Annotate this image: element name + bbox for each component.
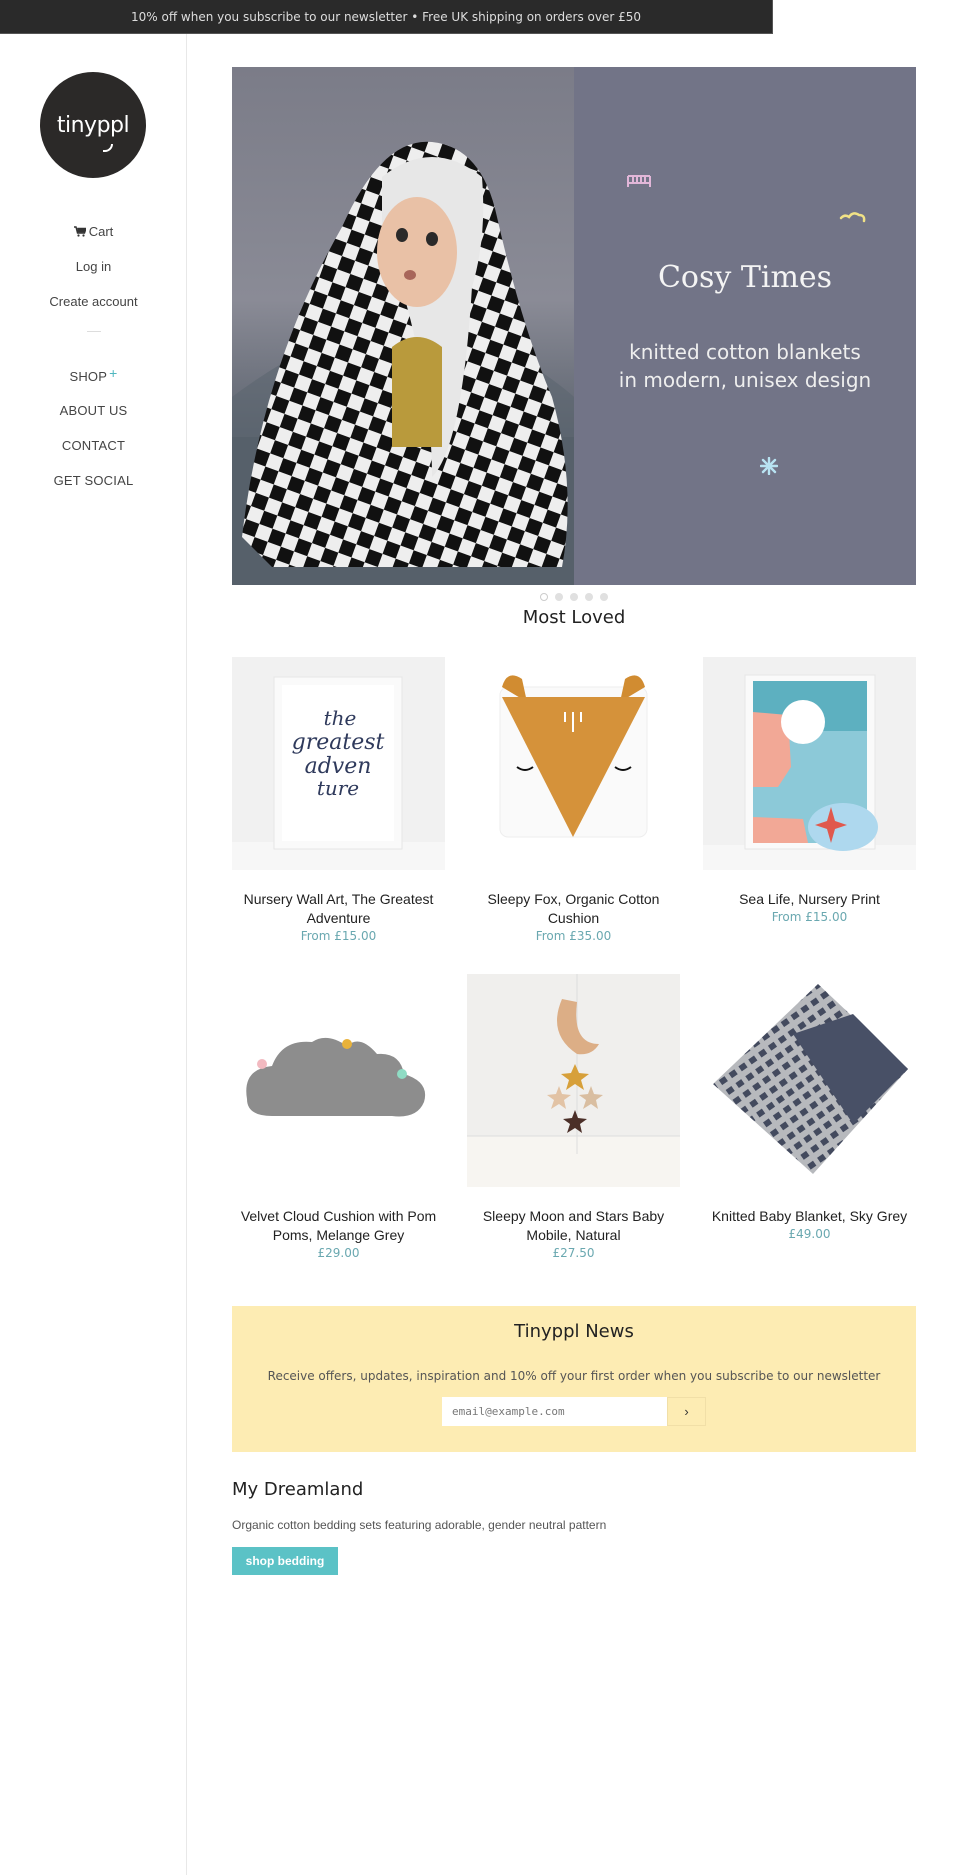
login-link[interactable]: Log in <box>0 257 187 292</box>
product-name: Sea Life, Nursery Print <box>739 891 880 907</box>
slide-dot-1[interactable] <box>540 593 548 601</box>
product-name: Sleepy Moon and Stars Baby Mobile, Natur… <box>482 1208 665 1243</box>
product-card[interactable]: Sleepy Moon and Stars Baby Mobile, Natur… <box>467 974 680 1260</box>
slide-dot-2[interactable] <box>555 593 563 601</box>
logo-text: tinyppl <box>56 112 130 138</box>
create-account-link[interactable]: Create account <box>0 292 187 327</box>
announcement-bar: 10% off when you subscribe to our newsle… <box>0 0 773 34</box>
product-image-moon-stars-mobile <box>467 974 680 1187</box>
cart-icon <box>73 226 86 237</box>
product-price: £27.50 <box>552 1246 595 1260</box>
product-name: Nursery Wall Art, The Greatest Adventure <box>243 891 434 926</box>
product-card[interactable]: Knitted Baby Blanket, Sky Grey £49.00 <box>703 974 916 1241</box>
hero-title: Cosy Times <box>657 260 833 295</box>
subscribe-button[interactable]: › <box>667 1397 706 1426</box>
newsletter-form: › <box>442 1397 706 1426</box>
shop-label: SHOP <box>69 369 108 384</box>
product-card[interactable]: Sleepy Fox, Organic Cotton Cushion From … <box>467 657 680 943</box>
sidebar-divider <box>86 331 101 332</box>
hero-subtitle: knitted cotton blankets in modern, unise… <box>618 340 872 392</box>
logo-smile-icon <box>103 144 113 152</box>
crib-icon <box>627 175 651 187</box>
announcement-text: 10% off when you subscribe to our newsle… <box>130 9 641 24</box>
logo[interactable]: tinyppl <box>40 72 146 178</box>
product-name: Knitted Baby Blanket, Sky Grey <box>711 1208 908 1224</box>
product-price: From £35.00 <box>535 929 612 943</box>
slide-dot-3[interactable] <box>570 593 578 601</box>
sidebar-item-about-us[interactable]: ABOUT US <box>0 401 187 436</box>
product-price: From £15.00 <box>300 929 377 943</box>
sidebar-item-shop[interactable]: SHOP + <box>0 365 187 401</box>
svg-text:the: the <box>324 706 357 730</box>
most-loved-title: Most Loved <box>522 607 626 628</box>
product-image-fox-cushion <box>467 657 680 870</box>
cart-label: Cart <box>88 224 114 239</box>
snowflake-icon <box>760 457 778 475</box>
dreamland-title: My Dreamland <box>232 1479 364 1500</box>
dreamland-text: Organic cotton bedding sets featuring ad… <box>232 1518 607 1532</box>
sidebar: tinyppl Cart Log in Create account SHOP +… <box>0 34 187 1875</box>
newsletter-title: Tinyppl News <box>514 1321 634 1342</box>
product-price: From £15.00 <box>771 910 848 924</box>
slide-dot-5[interactable] <box>600 593 608 601</box>
newsletter-section: Tinyppl News Receive offers, updates, in… <box>232 1306 916 1452</box>
product-image-cloud-cushion <box>232 974 445 1187</box>
expand-plus-icon[interactable]: + <box>109 365 117 381</box>
product-image-sea-life-print <box>703 657 916 870</box>
product-card[interactable]: Velvet Cloud Cushion with Pom Poms, Mela… <box>232 974 445 1260</box>
baby-blanket-illustration <box>232 141 574 585</box>
hero-photo <box>232 67 574 585</box>
product-name: Velvet Cloud Cushion with Pom Poms, Mela… <box>240 1208 437 1243</box>
sidebar-item-contact[interactable]: CONTACT <box>0 436 187 471</box>
email-input[interactable] <box>442 1397 667 1426</box>
slideshow-pagination <box>232 593 916 601</box>
hero-slideshow[interactable]: Cosy Times knitted cotton blankets in mo… <box>232 67 916 585</box>
product-image-greatest-adventure: the greatest adven ture <box>232 657 445 870</box>
product-card[interactable]: Sea Life, Nursery Print From £15.00 <box>703 657 916 924</box>
newsletter-text: Receive offers, updates, inspiration and… <box>267 1369 881 1383</box>
sidebar-item-get-social[interactable]: GET SOCIAL <box>0 471 187 506</box>
shop-bedding-button[interactable]: shop bedding <box>232 1547 338 1575</box>
product-price: £49.00 <box>788 1227 831 1241</box>
product-name: Sleepy Fox, Organic Cotton Cushion <box>487 891 660 926</box>
sidebar-nav: Cart Log in Create account SHOP + ABOUT U… <box>0 222 187 506</box>
svg-text:greatest: greatest <box>292 730 385 755</box>
cart-link[interactable]: Cart <box>0 222 187 257</box>
hero-text-panel: Cosy Times knitted cotton blankets in mo… <box>574 67 916 585</box>
svg-text:ture: ture <box>317 776 359 800</box>
product-image-knitted-blanket <box>703 974 916 1187</box>
slide-dot-4[interactable] <box>585 593 593 601</box>
product-price: £29.00 <box>317 1246 360 1260</box>
product-card[interactable]: the greatest adven ture Nursery Wall Art… <box>232 657 445 943</box>
cloud-icon <box>839 212 866 223</box>
